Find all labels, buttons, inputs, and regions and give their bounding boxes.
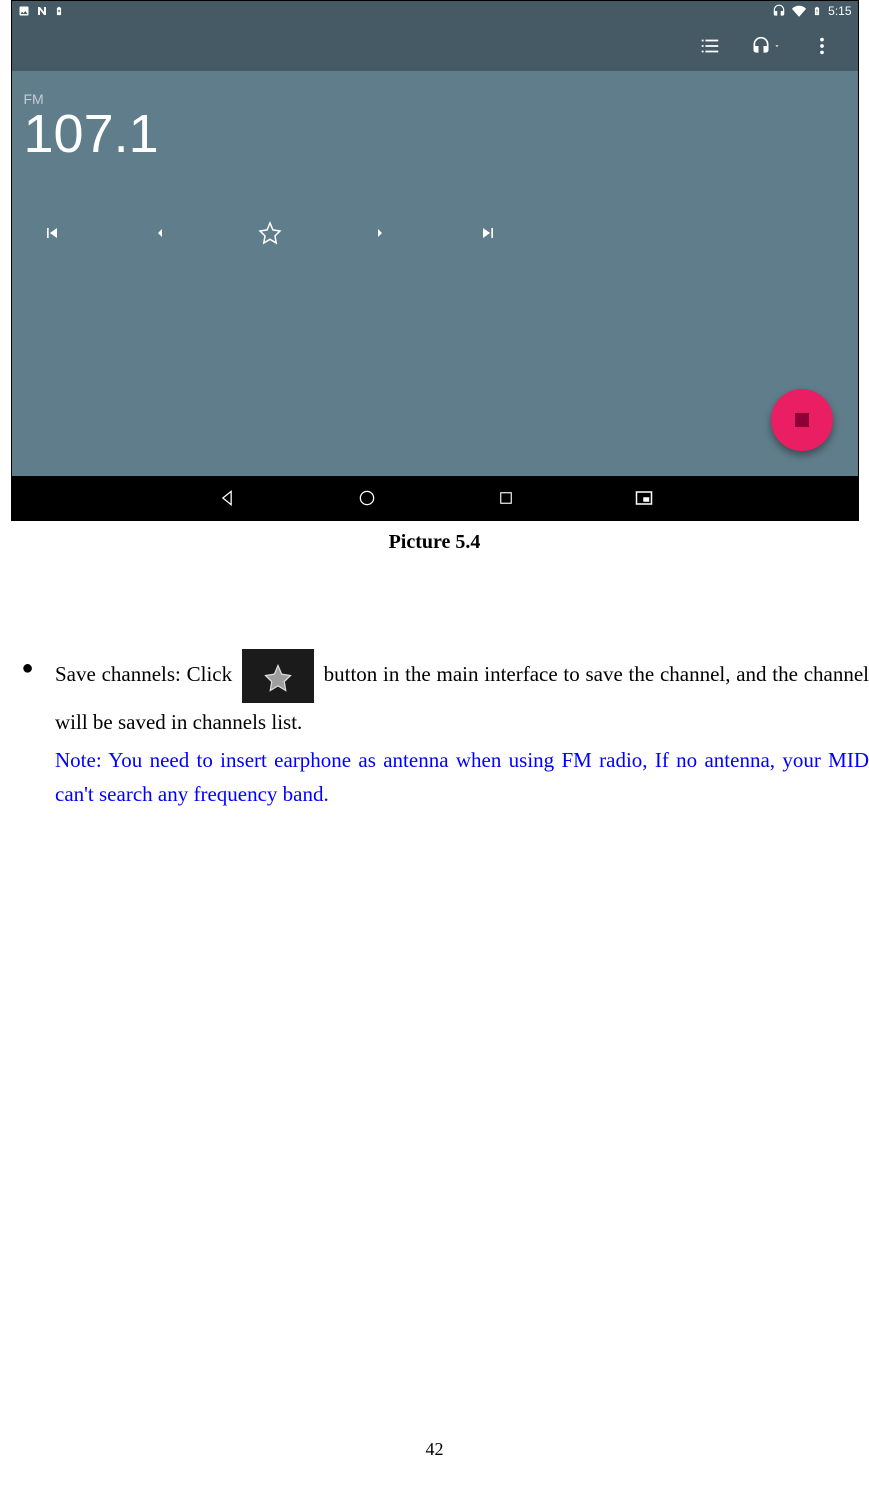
instruction-text: ● Save channels: Click button in the mai…: [0, 649, 869, 811]
android-nav-bar: [12, 476, 858, 520]
fm-toolbar: [12, 21, 858, 71]
stop-fab-button[interactable]: [771, 389, 833, 451]
fm-radio-main: FM 107.1: [12, 21, 858, 476]
back-button[interactable]: [217, 488, 237, 508]
previous-icon[interactable]: [152, 225, 168, 241]
recent-apps-button[interactable]: [497, 489, 515, 507]
figure-caption: Picture 5.4: [0, 531, 869, 554]
skip-previous-icon[interactable]: [42, 223, 62, 243]
frequency-value: 107.1: [24, 107, 846, 161]
pip-button[interactable]: [635, 489, 653, 507]
wifi-icon: [792, 4, 806, 18]
favorite-star-icon[interactable]: [258, 221, 282, 245]
image-icon: [18, 5, 30, 17]
fm-radio-screenshot: 5:15 FM 107.1: [11, 0, 859, 521]
status-time-text: 5:15: [828, 4, 851, 18]
bullet-save-channels: Save channels: Click button in the main …: [55, 649, 869, 741]
headset-dropdown-icon[interactable]: [751, 36, 781, 56]
radio-controls: [12, 171, 858, 245]
next-icon[interactable]: [372, 225, 388, 241]
headset-icon: [772, 4, 786, 18]
inline-star-button-image: [242, 649, 314, 703]
more-options-icon[interactable]: [811, 35, 833, 57]
home-button[interactable]: [357, 488, 377, 508]
n-icon: [36, 5, 48, 17]
battery-saver-icon: [54, 5, 64, 17]
bullet-marker: ●: [0, 649, 55, 741]
page-number: 42: [0, 1439, 869, 1460]
stop-icon: [795, 413, 809, 427]
skip-next-icon[interactable]: [478, 223, 498, 243]
android-status-bar: 5:15: [12, 1, 858, 21]
battery-alert-icon: [812, 4, 822, 18]
bullet-text-before: Save channels: Click: [55, 662, 238, 686]
note-text: Note: You need to insert earphone as ant…: [0, 743, 869, 811]
channel-list-icon[interactable]: [699, 35, 721, 57]
frequency-display: FM 107.1: [12, 71, 858, 171]
